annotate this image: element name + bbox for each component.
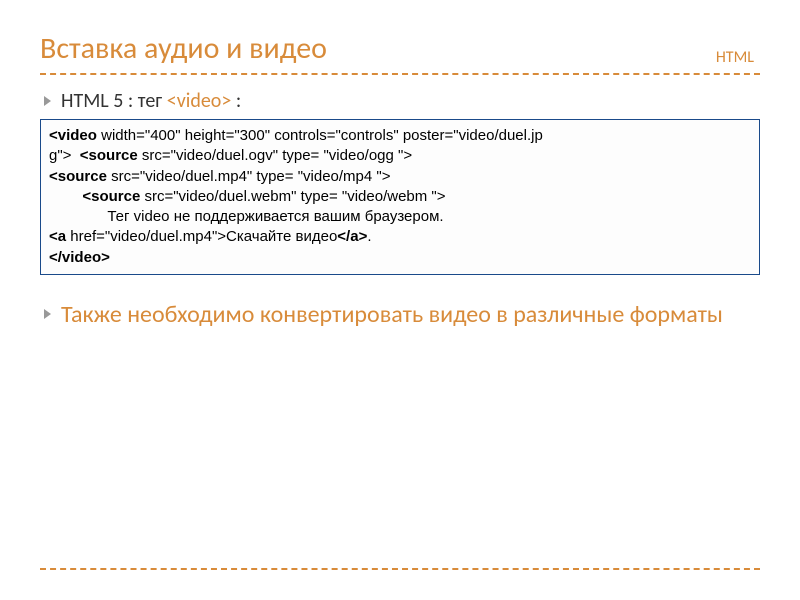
code-text: src="video/duel.ogv" type= "video/ogg "> bbox=[138, 147, 412, 164]
bullet1-prefix: HTML 5 : тег bbox=[61, 89, 167, 113]
bullet-icon bbox=[44, 309, 51, 319]
code-kw: <source bbox=[49, 188, 140, 205]
header: Вставка аудио и видео HTML bbox=[40, 30, 760, 75]
bullet-text-2: Также необходимо конвертировать видео в … bbox=[61, 299, 723, 330]
code-text: Тег video не поддерживается вашим браузе… bbox=[49, 208, 444, 225]
code-text: width="400" height="300" controls="contr… bbox=[97, 127, 543, 144]
code-block: <video width="400" height="300" controls… bbox=[40, 119, 760, 275]
code-text: . bbox=[367, 228, 371, 245]
bullet-icon bbox=[44, 96, 51, 106]
bullet1-tag: <video> bbox=[167, 89, 232, 113]
code-text: src="video/duel.mp4" type= "video/mp4 "> bbox=[107, 168, 391, 185]
bullet-text-1: HTML 5 : тег <video> : bbox=[61, 89, 241, 113]
code-kw: <source bbox=[80, 147, 138, 164]
code-kw: <source bbox=[49, 168, 107, 185]
code-kw: </video> bbox=[49, 249, 110, 266]
footer-divider bbox=[40, 568, 760, 570]
code-kw: <video bbox=[49, 127, 97, 144]
bullet-item-1: HTML 5 : тег <video> : bbox=[40, 89, 760, 113]
code-text: g"> bbox=[49, 147, 80, 164]
code-text: href="video/duel.mp4">Скачайте видео bbox=[66, 228, 337, 245]
code-kw: <a bbox=[49, 228, 66, 245]
slide-title: Вставка аудио и видео bbox=[40, 30, 327, 67]
corner-label: HTML bbox=[716, 48, 760, 67]
bullet-item-2: Также необходимо конвертировать видео в … bbox=[40, 299, 760, 330]
code-text: src="video/duel.webm" type= "video/webm … bbox=[140, 188, 445, 205]
bullet1-suffix: : bbox=[231, 89, 241, 113]
code-kw: </a> bbox=[337, 228, 367, 245]
